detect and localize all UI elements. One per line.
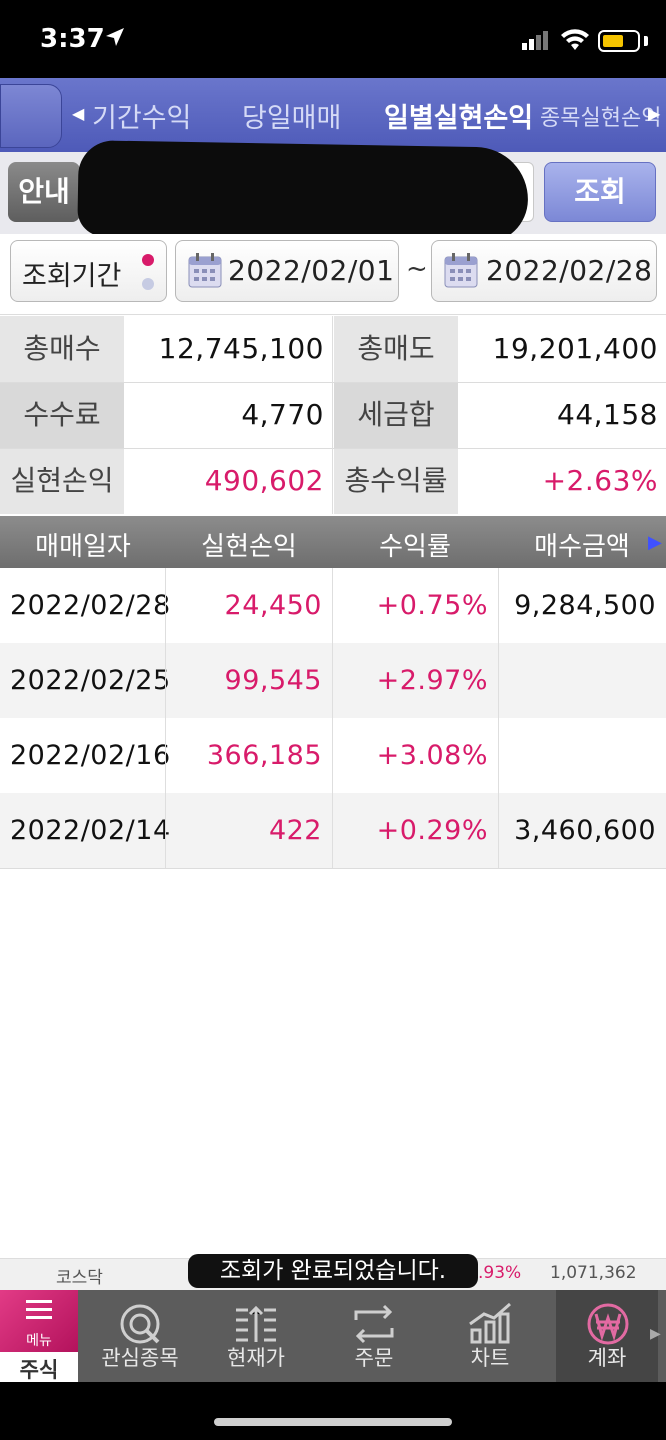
nav-watchlist-label: 관심종목 [101,1346,179,1370]
tab-daily-trade[interactable]: 당일매매 [242,96,341,135]
realized-pnl-value: 490,602 [124,448,324,514]
period-label: 조회기간 [22,261,122,292]
calendar-icon [444,253,478,288]
divider [332,316,333,514]
calendar-icon [188,253,222,288]
total-sell-value: 19,201,400 [458,316,658,382]
ticker-change: .93% [478,1263,522,1283]
divider [332,568,333,868]
row-pnl: 366,185 [206,740,322,771]
row-buy-amount: 9,284,500 [514,590,656,621]
divider [0,868,666,869]
column-header-pnl[interactable]: 실현손익 [166,526,332,563]
nav-chart-label: 차트 [470,1346,510,1370]
stock-label: 주식 [19,1358,59,1382]
divider [0,382,666,383]
row-date: 2022/02/28 [10,590,171,621]
back-button[interactable] [0,84,62,148]
total-buy-value: 12,745,100 [124,316,324,382]
row-pnl: 422 [268,815,322,846]
tax-label: 세금합 [334,382,458,448]
table-row[interactable]: 2022/02/16 366,185 +3.08% [0,718,666,793]
info-button[interactable]: 안내 [8,162,80,222]
tax-value: 44,158 [458,382,658,448]
tab-stock-realized-pnl[interactable]: 종목실현손익 [540,100,661,132]
row-date: 2022/02/25 [10,665,171,696]
total-sell-label: 총매도 [334,316,458,382]
total-buy-label: 총매수 [0,316,124,382]
home-indicator[interactable] [214,1418,452,1426]
hamburger-icon [26,1300,52,1319]
nav-account[interactable]: 계좌 [556,1290,658,1382]
table-row[interactable]: 2022/02/25 99,545 +2.97% [0,643,666,718]
row-date: 2022/02/16 [10,740,171,771]
nav-account-label: 계좌 [587,1346,627,1370]
wifi-icon [561,29,589,50]
nav-more-icon[interactable]: ▶ [650,1326,661,1342]
divider [165,568,166,868]
tab-period-profit[interactable]: 기간수익 [92,96,191,135]
row-rate: +0.75% [376,590,488,621]
row-pnl: 24,450 [224,590,322,621]
watchlist-icon [120,1304,160,1344]
ticker-name: 코스닥 [56,1268,103,1288]
column-header-date[interactable]: 매매일자 [0,526,166,563]
divider [0,448,666,449]
price-icon [236,1305,276,1342]
divider [498,568,499,868]
chart-icon [469,1302,511,1344]
fee-label: 수수료 [0,382,124,448]
total-return-value: +2.63% [458,448,658,514]
battery-nub [644,36,648,46]
tab-scroll-right-icon[interactable]: ▶ [648,104,660,123]
row-date: 2022/02/14 [10,815,171,846]
nav-current-price-label: 현재가 [227,1346,285,1370]
start-date: 2022/02/01 [228,254,395,287]
nav-chart[interactable]: 차트 [432,1290,548,1382]
order-icon [354,1304,394,1344]
row-rate: +0.29% [376,815,488,846]
period-indicator-active [142,254,154,266]
table-row[interactable]: 2022/02/14 422 +0.29% 3,460,600 [0,793,666,868]
column-header-buy-amount[interactable]: 매수금액 [498,526,666,563]
nav-watchlist[interactable]: 관심종목 [82,1290,198,1382]
tab-daily-realized-pnl[interactable]: 일별실현손익 [384,96,533,135]
battery-level [603,35,623,47]
nav-order[interactable]: 주문 [316,1290,432,1382]
location-icon [106,28,124,46]
tab-scroll-left-icon[interactable]: ◀ [72,104,84,123]
home-indicator-area [0,1382,666,1440]
won-icon [587,1303,629,1345]
table-row[interactable]: 2022/02/28 24,450 +0.75% 9,284,500 [0,568,666,643]
redaction-mark [77,140,529,244]
end-date: 2022/02/28 [486,254,653,287]
realized-pnl-label: 실현손익 [0,448,124,514]
row-pnl: 99,545 [224,665,322,696]
period-indicator-inactive [142,278,154,290]
battery-icon [598,30,640,52]
menu-label: 메뉴 [26,1333,52,1349]
date-separator: ~ [406,254,428,284]
nav-order-label: 주문 [354,1346,394,1370]
query-button[interactable]: 조회 [544,162,656,222]
toast-message: 조회가 완료되었습니다. [188,1254,478,1288]
cellular-signal-icon [522,31,548,50]
columns-next-icon[interactable]: ▶ [648,532,662,553]
ticker-value: 1,071,362 [550,1263,637,1283]
row-buy-amount: 3,460,600 [514,815,656,846]
total-return-label: 총수익률 [334,448,458,514]
column-header-rate[interactable]: 수익률 [332,526,498,563]
row-rate: +2.97% [376,665,488,696]
row-rate: +3.08% [376,740,488,771]
nav-current-price[interactable]: 현재가 [198,1290,314,1382]
fee-value: 4,770 [124,382,324,448]
status-time: 3:37 [40,24,105,54]
